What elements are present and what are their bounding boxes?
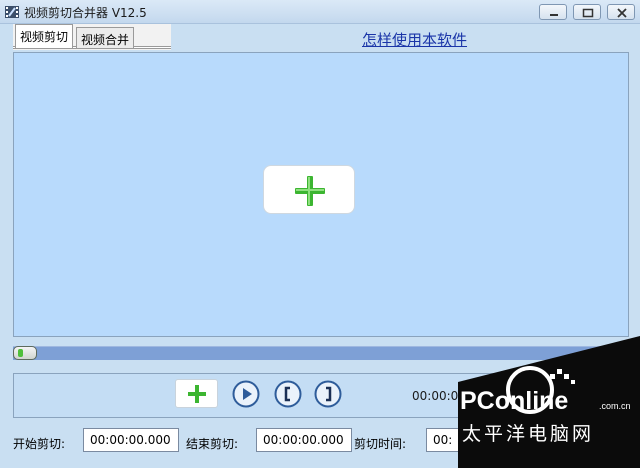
maximize-icon: [582, 8, 594, 18]
watermark-brand: PConline: [460, 387, 568, 415]
minimize-icon: [550, 14, 558, 16]
plus-icon: [188, 385, 206, 403]
window-title: 视频剪切合并器 V12.5: [24, 6, 147, 20]
end-cut-label: 结束剪切:: [186, 437, 239, 451]
plus-icon: [295, 176, 325, 206]
mark-end-button[interactable]: [314, 380, 342, 408]
cut-duration-label: 剪切时间:: [354, 437, 407, 451]
video-preview-area[interactable]: [13, 52, 629, 337]
timeline-slider-handle[interactable]: [13, 346, 37, 360]
close-button[interactable]: [607, 4, 635, 20]
play-button[interactable]: [232, 380, 260, 408]
watermark-chinese: 太平洋电脑网: [462, 423, 594, 445]
end-cut-input[interactable]: [256, 428, 352, 452]
mark-start-button[interactable]: [274, 380, 302, 408]
start-cut-input[interactable]: [83, 428, 179, 452]
minimize-button[interactable]: [539, 4, 567, 20]
watermark-domain: .com.cn: [599, 401, 631, 411]
app-film-icon: [5, 6, 19, 18]
tab-video-cut[interactable]: 视频剪切: [15, 24, 74, 48]
close-icon: [617, 8, 627, 18]
add-file-button[interactable]: [175, 379, 218, 408]
help-link[interactable]: 怎样使用本软件: [362, 29, 467, 50]
start-cut-label: 开始剪切:: [13, 437, 66, 451]
add-video-button[interactable]: [263, 165, 355, 214]
maximize-button[interactable]: [573, 4, 601, 20]
title-bar[interactable]: 视频剪切合并器 V12.5: [0, 0, 640, 24]
tab-video-merge[interactable]: 视频合并: [76, 27, 135, 48]
pconline-watermark: PConline .com.cn 太平洋电脑网: [458, 336, 640, 468]
